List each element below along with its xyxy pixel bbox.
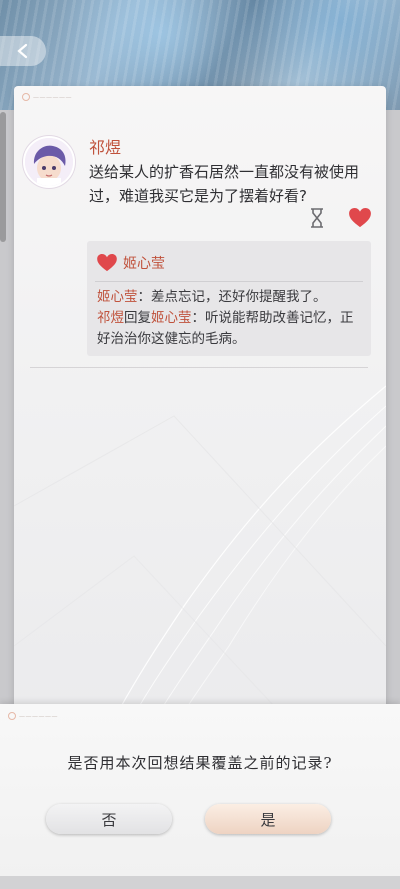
post-text: 送给某人的扩香石居然一直都没有被使用过，难道我买它是为了摆着好看? bbox=[89, 163, 360, 205]
comment-list: 姬心莹：差点忘记，还好你提醒我了。 祁煜回复姬心莹：听说能帮助改善记忆，正好治治… bbox=[97, 287, 365, 350]
comment-item[interactable]: 姬心莹：差点忘记，还好你提醒我了。 bbox=[97, 287, 365, 308]
comment-author: 祁煜 bbox=[97, 310, 124, 326]
heart-icon[interactable] bbox=[349, 208, 371, 228]
comment-item[interactable]: 祁煜回复姬心莹：听说能帮助改善记忆，正好治治你这健忘的毛病。 bbox=[97, 308, 365, 350]
dialog-brand-logo: —————— bbox=[8, 712, 58, 720]
comment-divider bbox=[95, 281, 363, 282]
liker-name: 姬心莹 bbox=[123, 256, 165, 272]
bottom-bar bbox=[0, 876, 400, 889]
confirm-dialog: —————— 是否用本次回想结果覆盖之前的记录? 否 是 bbox=[0, 704, 400, 876]
section-divider bbox=[30, 367, 368, 368]
yes-button[interactable]: 是 bbox=[205, 804, 331, 834]
comment-like-header: 姬心莹 bbox=[97, 253, 165, 273]
post-author-name: 祁煜 bbox=[89, 138, 122, 157]
comment-author: 姬心莹 bbox=[97, 289, 138, 305]
logo-circle-icon bbox=[22, 93, 30, 101]
dialog-question: 是否用本次回想结果覆盖之前的记录? bbox=[67, 754, 333, 772]
comment-text: ：差点忘记，还好你提醒我了。 bbox=[137, 289, 327, 305]
logo-wordmark: —————— bbox=[33, 93, 72, 101]
reply-target: 姬心莹 bbox=[151, 310, 192, 326]
no-button[interactable]: 否 bbox=[46, 804, 172, 834]
logo-wordmark: —————— bbox=[19, 712, 58, 720]
logo-circle-icon bbox=[8, 712, 16, 720]
brand-logo: —————— bbox=[22, 93, 72, 101]
avatar[interactable] bbox=[23, 136, 75, 188]
scrollbar-thumb[interactable] bbox=[0, 112, 6, 242]
chevron-left-icon bbox=[17, 43, 28, 59]
reply-label: 回复 bbox=[124, 310, 151, 326]
heart-small-icon bbox=[97, 254, 117, 272]
back-button[interactable] bbox=[0, 36, 46, 66]
avatar-portrait-icon bbox=[25, 138, 73, 186]
hourglass-icon[interactable] bbox=[309, 208, 325, 228]
comment-box: 姬心莹 姬心莹：差点忘记，还好你提醒我了。 祁煜回复姬心莹：听说能帮助改善记忆，… bbox=[87, 241, 371, 356]
